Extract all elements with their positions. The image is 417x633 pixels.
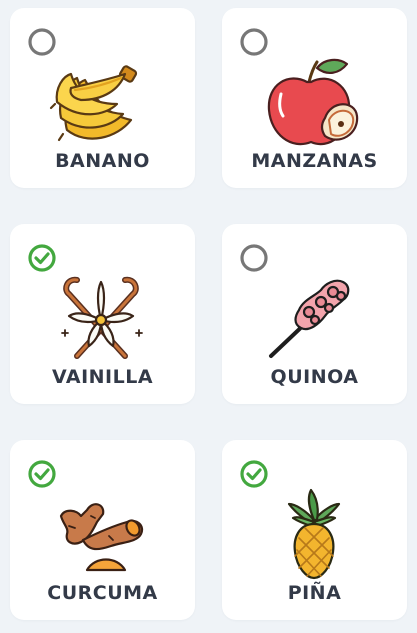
ingredient-card-curcuma[interactable]: CURCUMA bbox=[10, 440, 195, 620]
ingredient-label: VAINILLA bbox=[51, 366, 154, 388]
ingredient-label: PIÑA bbox=[287, 582, 342, 604]
ingredient-card-banano[interactable]: BANANO bbox=[10, 8, 195, 188]
bananas-icon bbox=[47, 54, 157, 150]
pineapple-icon bbox=[259, 486, 369, 582]
checkbox-checked-icon[interactable] bbox=[27, 243, 57, 273]
ingredient-label: CURCUMA bbox=[47, 582, 158, 604]
ingredient-card-manzanas[interactable]: MANZANAS bbox=[222, 8, 407, 188]
ingredient-card-quinoa[interactable]: QUINOA bbox=[222, 224, 407, 404]
quinoa-stalk-icon bbox=[259, 270, 369, 366]
ingredient-card-pina[interactable]: PIÑA bbox=[222, 440, 407, 620]
ingredient-grid: BANANO MANZANAS VAINILLA QUINOA CURCUMA … bbox=[0, 0, 417, 633]
checkbox-unchecked-icon[interactable] bbox=[239, 243, 269, 273]
ingredient-card-vainilla[interactable]: VAINILLA bbox=[10, 224, 195, 404]
apple-icon bbox=[259, 54, 369, 150]
checkbox-checked-icon[interactable] bbox=[239, 459, 269, 489]
ingredient-label: BANANO bbox=[55, 150, 150, 172]
checkbox-unchecked-icon[interactable] bbox=[239, 27, 269, 57]
ingredient-label: QUINOA bbox=[270, 366, 359, 388]
ingredient-label: MANZANAS bbox=[251, 150, 378, 172]
turmeric-root-icon bbox=[47, 486, 157, 582]
checkbox-unchecked-icon[interactable] bbox=[27, 27, 57, 57]
checkbox-checked-icon[interactable] bbox=[27, 459, 57, 489]
vanilla-flower-icon bbox=[47, 270, 157, 366]
